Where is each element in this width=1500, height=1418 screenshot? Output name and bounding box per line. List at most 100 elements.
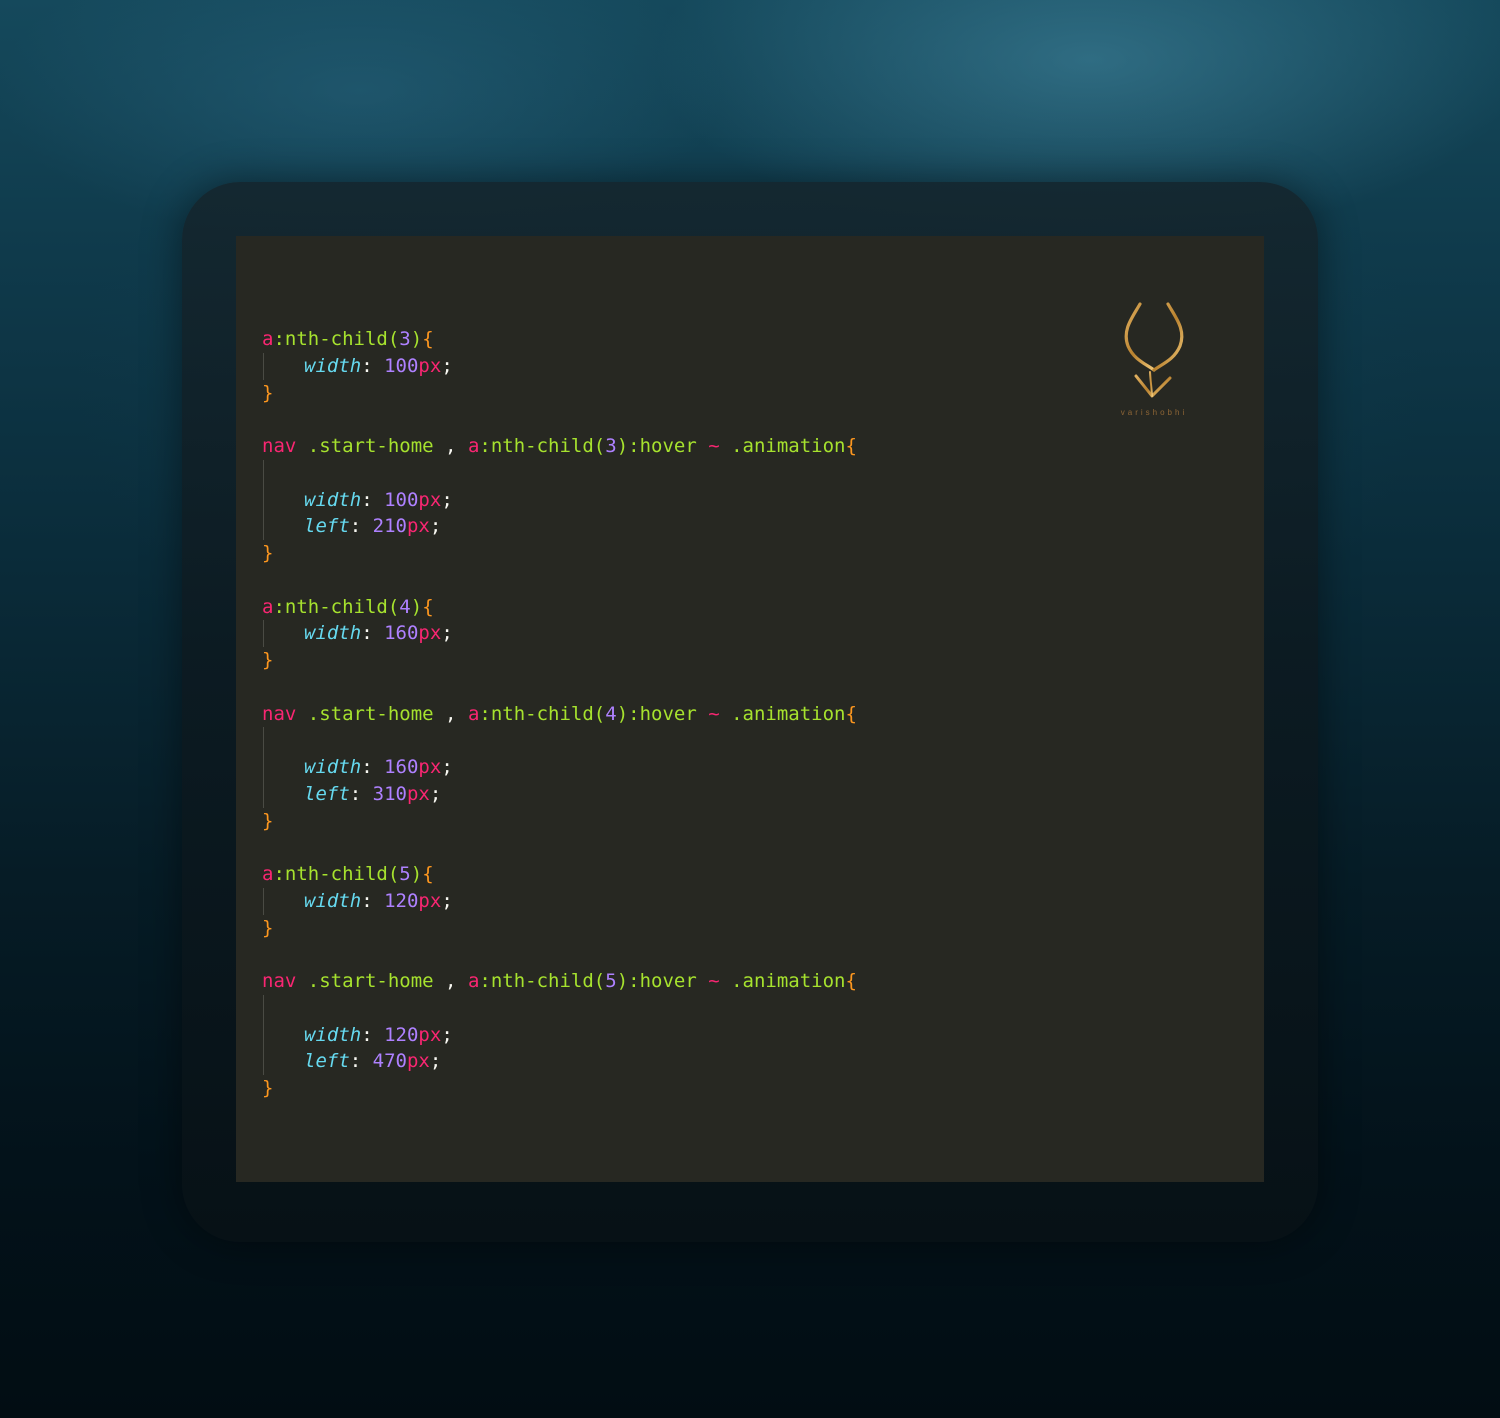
code-token: width: [304, 756, 362, 778]
code-empty-line: [262, 994, 1264, 1022]
code-token: 310: [372, 782, 407, 805]
code-token: ):hover: [616, 435, 709, 457]
code-closing-brace-line: }: [262, 540, 1264, 567]
closing-brace: }: [262, 916, 274, 939]
code-token: {: [422, 595, 434, 618]
code-token: a: [262, 595, 274, 618]
closing-brace: }: [262, 542, 274, 564]
code-token: 3: [399, 328, 411, 350]
closing-brace: }: [262, 809, 274, 832]
css-code-block: a:nth-child(3){width: 100px;} nav .start-…: [262, 326, 1264, 1102]
code-token: 210: [372, 515, 407, 538]
code-token: :: [361, 488, 385, 511]
code-declaration-line: width: 160px;: [262, 620, 1264, 647]
code-token: ,: [445, 435, 468, 457]
code-token: .start-home: [296, 435, 446, 457]
code-token: ;: [441, 622, 453, 645]
code-token: :: [361, 622, 385, 645]
code-token: :nth-child(: [479, 435, 606, 457]
code-token: .start-home: [296, 970, 446, 992]
code-empty-line: [262, 727, 1264, 754]
code-token: px: [406, 1050, 430, 1073]
code-token: px: [418, 488, 442, 511]
code-token: 3: [605, 435, 617, 457]
code-token: {: [422, 328, 434, 350]
code-selector-line: nav .start-home , a:nth-child(3):hover ~…: [262, 433, 1264, 460]
code-token: ;: [441, 488, 453, 511]
code-token: a: [262, 863, 274, 885]
code-token: ~: [708, 702, 720, 725]
code-token: px: [406, 515, 430, 538]
code-token: width: [304, 622, 362, 645]
closing-brace: }: [262, 1077, 274, 1099]
code-closing-brace-line: }: [262, 1075, 1264, 1102]
code-token: ;: [429, 782, 442, 805]
code-selector-line: a:nth-child(5){: [262, 861, 1264, 888]
code-token: :: [361, 1023, 385, 1046]
closing-brace: }: [262, 381, 274, 404]
code-empty-line: [262, 459, 1264, 487]
code-token: left: [304, 1050, 350, 1073]
code-token: :: [349, 782, 373, 805]
code-token: ,: [445, 702, 468, 725]
code-token: :nth-child(: [273, 595, 400, 618]
code-token: .start-home: [296, 702, 446, 725]
code-token: ;: [441, 1023, 453, 1046]
code-token: width: [304, 488, 362, 511]
code-closing-brace-line: }: [262, 915, 1264, 942]
code-token: px: [418, 1023, 442, 1046]
code-token: width: [304, 354, 362, 377]
code-token: a: [467, 702, 480, 725]
code-token: :nth-child(: [479, 970, 606, 992]
code-token: 160: [384, 756, 419, 778]
code-token: ):hover: [616, 702, 709, 725]
code-token: ;: [429, 1050, 442, 1073]
code-token: 470: [372, 1050, 407, 1073]
closing-brace: }: [262, 649, 274, 671]
antler-v-logo-icon: [1112, 300, 1196, 404]
code-token: a: [262, 328, 274, 350]
code-token: 100: [384, 488, 419, 511]
code-token: 5: [605, 970, 617, 992]
brand-logo-text: varishobhi: [1120, 408, 1188, 417]
code-token: 5: [399, 863, 411, 885]
code-declaration-line: left: 310px;: [262, 780, 1264, 808]
code-token: a: [467, 970, 480, 992]
code-token: nav: [262, 702, 297, 725]
code-token: :: [349, 515, 373, 538]
code-closing-brace-line: }: [262, 808, 1264, 835]
code-token: .animation: [719, 435, 846, 457]
code-token: ;: [441, 354, 453, 377]
code-token: :: [361, 354, 385, 377]
code-token: nav: [262, 970, 297, 992]
code-token: 120: [384, 889, 419, 912]
brand-logo: varishobhi: [1112, 300, 1196, 424]
code-token: 120: [384, 1023, 419, 1046]
code-token: {: [845, 435, 857, 457]
code-token: ;: [429, 515, 442, 538]
code-selector-line: nav .start-home , a:nth-child(5):hover ~…: [262, 968, 1264, 995]
code-token: .animation: [719, 970, 846, 992]
code-token: px: [418, 756, 442, 778]
code-declaration-line: width: 120px;: [262, 887, 1264, 915]
code-token: px: [418, 889, 442, 912]
code-declaration-line: left: 210px;: [262, 513, 1264, 540]
code-token: 4: [399, 595, 411, 618]
code-token: 4: [605, 702, 617, 725]
code-token: px: [406, 782, 430, 805]
code-token: {: [422, 863, 434, 885]
code-token: ;: [441, 756, 453, 778]
code-token: :: [361, 756, 385, 778]
code-token: a: [467, 435, 480, 457]
code-token: :: [349, 1050, 373, 1073]
code-panel: a:nth-child(3){width: 100px;} nav .start-…: [236, 236, 1264, 1182]
code-selector-line: nav .start-home , a:nth-child(4):hover ~…: [262, 701, 1264, 728]
code-token: :nth-child(: [273, 328, 400, 350]
code-token: px: [418, 354, 442, 377]
code-token: left: [304, 782, 350, 805]
code-token: ):hover: [616, 970, 709, 992]
